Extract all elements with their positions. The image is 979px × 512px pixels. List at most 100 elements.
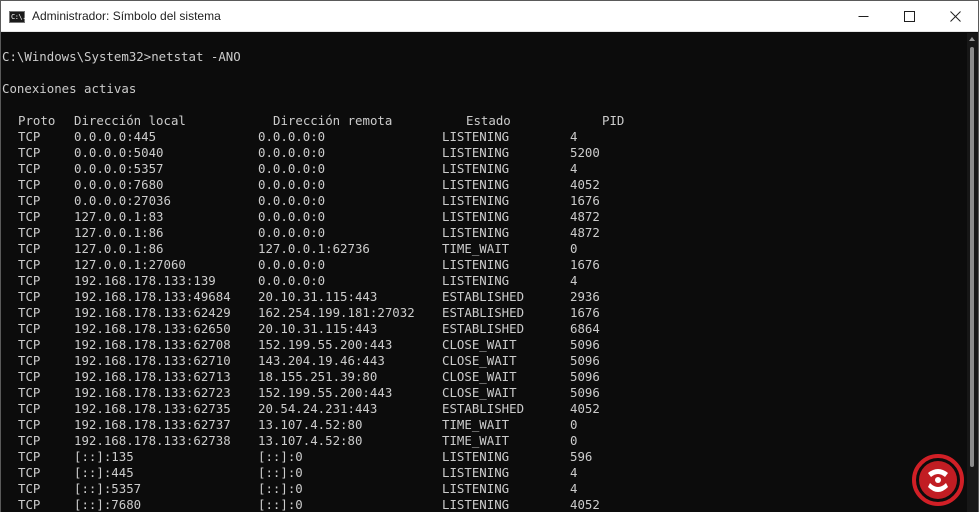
row-state: CLOSE_WAIT: [442, 385, 517, 400]
row-pid: 5096: [570, 353, 600, 368]
row-remote-address: 0.0.0.0:0: [258, 145, 326, 160]
column-header-proto: Proto: [18, 113, 56, 128]
row-state: ESTABLISHED: [442, 305, 525, 320]
row-state: CLOSE_WAIT: [442, 337, 517, 352]
title-bar[interactable]: C:\. Administrador: Símbolo del sistema: [1, 1, 978, 32]
row-proto: TCP: [18, 321, 41, 336]
row-proto: TCP: [18, 449, 41, 464]
row-proto: TCP: [18, 289, 41, 304]
row-proto: TCP: [18, 385, 41, 400]
minimize-button[interactable]: [840, 1, 886, 32]
minimize-icon: [858, 16, 869, 17]
row-state: LISTENING: [442, 129, 510, 144]
row-proto: TCP: [18, 257, 41, 272]
column-header-pid: PID: [602, 113, 625, 128]
maximize-button[interactable]: [886, 1, 932, 32]
row-pid: 4052: [570, 401, 600, 416]
row-remote-address: 143.204.19.46:443: [258, 353, 385, 368]
row-state: LISTENING: [442, 497, 510, 512]
row-local-address: 127.0.0.1:86: [74, 225, 164, 240]
row-local-address: 127.0.0.1:86: [74, 241, 164, 256]
row-proto: TCP: [18, 353, 41, 368]
row-local-address: 192.168.178.133:62650: [74, 321, 231, 336]
row-state: LISTENING: [442, 177, 510, 192]
row-state: LISTENING: [442, 449, 510, 464]
row-pid: 4: [570, 273, 578, 288]
vertical-scrollbar[interactable]: [967, 33, 978, 512]
row-pid: 1676: [570, 257, 600, 272]
row-local-address: 192.168.178.133:62708: [74, 337, 231, 352]
row-remote-address: 0.0.0.0:0: [258, 209, 326, 224]
row-remote-address: 20.10.31.115:443: [258, 289, 378, 304]
row-proto: TCP: [18, 465, 41, 480]
column-header-remote-address: Dirección remota: [273, 113, 393, 128]
row-state: ESTABLISHED: [442, 401, 525, 416]
row-local-address: 0.0.0.0:5357: [74, 161, 164, 176]
column-header-state: Estado: [466, 113, 511, 128]
row-local-address: 127.0.0.1:83: [74, 209, 164, 224]
row-local-address: [::]:7680: [74, 497, 142, 512]
row-state: CLOSE_WAIT: [442, 369, 517, 384]
row-pid: 4872: [570, 209, 600, 224]
cmd-window: C:\. Administrador: Símbolo del sistema …: [0, 0, 979, 512]
row-local-address: 127.0.0.1:27060: [74, 257, 186, 272]
row-local-address: [::]:5357: [74, 481, 142, 496]
cmd-icon: C:\.: [9, 11, 26, 23]
row-remote-address: 20.54.24.231:443: [258, 401, 378, 416]
row-pid: 4: [570, 481, 578, 496]
row-local-address: 0.0.0.0:7680: [74, 177, 164, 192]
row-state: LISTENING: [442, 193, 510, 208]
row-proto: TCP: [18, 273, 41, 288]
row-proto: TCP: [18, 145, 41, 160]
row-state: LISTENING: [442, 257, 510, 272]
row-local-address: 192.168.178.133:139: [74, 273, 216, 288]
row-state: LISTENING: [442, 145, 510, 160]
row-remote-address: [::]:0: [258, 497, 303, 512]
row-local-address: 192.168.178.133:62429: [74, 305, 231, 320]
row-proto: TCP: [18, 417, 41, 432]
row-state: ESTABLISHED: [442, 321, 525, 336]
row-remote-address: 152.199.55.200:443: [258, 385, 393, 400]
row-proto: TCP: [18, 161, 41, 176]
scrollbar-thumb[interactable]: [970, 47, 974, 467]
row-local-address: 0.0.0.0:445: [74, 129, 157, 144]
row-local-address: 0.0.0.0:5040: [74, 145, 164, 160]
row-state: TIME_WAIT: [442, 433, 510, 448]
maximize-icon: [904, 11, 915, 22]
row-proto: TCP: [18, 241, 41, 256]
row-remote-address: 127.0.0.1:62736: [258, 241, 370, 256]
row-proto: TCP: [18, 497, 41, 512]
row-local-address: 192.168.178.133:62735: [74, 401, 231, 416]
row-state: CLOSE_WAIT: [442, 353, 517, 368]
row-pid: 0: [570, 241, 578, 256]
row-pid: 5096: [570, 385, 600, 400]
row-remote-address: 0.0.0.0:0: [258, 161, 326, 176]
row-remote-address: 18.155.251.39:80: [258, 369, 378, 384]
row-local-address: [::]:135: [74, 449, 134, 464]
row-proto: TCP: [18, 177, 41, 192]
row-state: LISTENING: [442, 465, 510, 480]
command-prompt-line: C:\Windows\System32>netstat -ANO: [2, 49, 241, 64]
logo-icon: [912, 454, 964, 506]
row-remote-address: 0.0.0.0:0: [258, 273, 326, 288]
row-state: ESTABLISHED: [442, 289, 525, 304]
row-pid: 2936: [570, 289, 600, 304]
close-button[interactable]: [932, 1, 978, 32]
row-state: TIME_WAIT: [442, 241, 510, 256]
row-pid: 5096: [570, 337, 600, 352]
row-proto: TCP: [18, 305, 41, 320]
row-remote-address: 13.107.4.52:80: [258, 433, 363, 448]
row-pid: 4: [570, 465, 578, 480]
scroll-up-arrow-icon[interactable]: [969, 37, 975, 41]
row-pid: 5096: [570, 369, 600, 384]
row-remote-address: 0.0.0.0:0: [258, 193, 326, 208]
row-local-address: 192.168.178.133:62713: [74, 369, 231, 384]
row-pid: 1676: [570, 193, 600, 208]
window-title: Administrador: Símbolo del sistema: [32, 9, 221, 23]
terminal-output[interactable]: C:\Windows\System32>netstat -ANO Conexio…: [1, 33, 967, 512]
table-header: Proto Dirección local Dirección remota E…: [2, 113, 624, 129]
row-proto: TCP: [18, 337, 41, 352]
row-proto: TCP: [18, 209, 41, 224]
row-state: LISTENING: [442, 225, 510, 240]
row-proto: TCP: [18, 433, 41, 448]
